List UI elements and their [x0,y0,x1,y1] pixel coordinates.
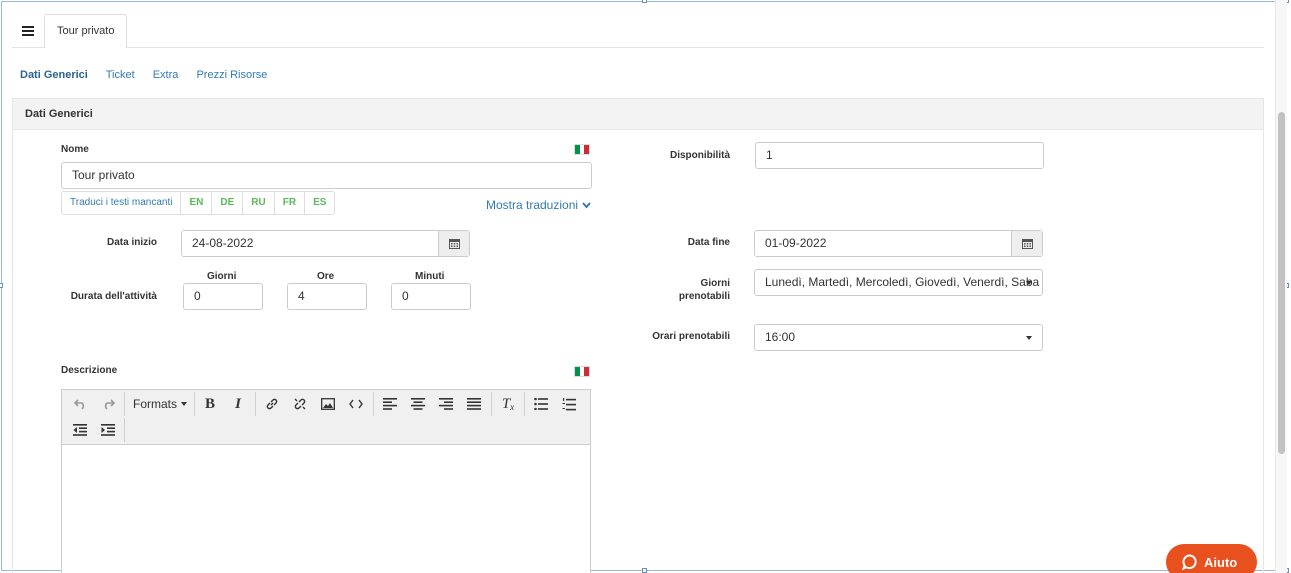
toolbar-separator [194,392,195,416]
resize-handle[interactable] [642,0,647,3]
show-translations-label: Mostra traduzioni [486,198,579,212]
subnav-extra[interactable]: Extra [153,69,179,81]
toolbar-separator [124,392,125,416]
caret-down-icon [1026,336,1032,340]
giorni-prenotabili-label-line2: prenotabili [678,291,730,302]
calendar-icon[interactable] [1011,231,1042,256]
help-label: Aiuto [1204,554,1238,570]
translate-missing-button[interactable]: Traduci i testi mancanti [62,192,182,214]
link-icon[interactable] [258,392,286,416]
panel-title: Dati Generici [12,98,1264,130]
description-editor[interactable]: Formats B I Tx [61,389,591,573]
lang-en-button[interactable]: EN [181,192,213,214]
data-fine-label: Data fine [687,237,730,248]
caret-down-icon [1026,281,1032,285]
toolbar-separator [255,392,256,416]
subnav-prezzi-risorse[interactable]: Prezzi Risorse [196,69,267,81]
orari-prenotabili-select[interactable]: 16:00 [754,324,1043,351]
giorni-prenotabili-label-line1: Giorni [700,278,730,289]
chevron-down-icon [582,201,591,209]
italian-flag-icon [574,366,590,377]
image-icon[interactable] [314,392,342,416]
durata-label: Durata dell'attività [70,291,157,302]
caret-down-icon [181,402,187,406]
tab-tour-privato[interactable]: Tour privato [44,14,128,48]
align-center-icon[interactable] [404,392,432,416]
unlink-icon[interactable] [286,392,314,416]
subnav-ticket[interactable]: Ticket [106,69,135,81]
nome-input[interactable]: Tour privato [61,162,592,189]
giorni-prenotabili-label: Giorni prenotabili [600,277,730,303]
lang-ru-button[interactable]: RU [243,192,275,214]
bullet-list-icon[interactable] [527,392,555,416]
formats-dropdown[interactable]: Formats [128,392,192,416]
orari-prenotabili-value: 16:00 [765,330,796,344]
data-inizio-value: 24-08-2022 [192,236,254,250]
ore-input[interactable]: 4 [287,283,367,310]
page-scrollbar[interactable] [1275,0,1287,573]
outdent-icon[interactable] [66,418,94,442]
align-left-icon[interactable] [376,392,404,416]
data-fine-value: 01-09-2022 [765,236,827,250]
sub-navigation: Dati Generici Ticket Extra Prezzi Risors… [20,69,282,81]
toolbar-separator [524,392,525,416]
bold-icon[interactable]: B [196,392,224,416]
lang-de-button[interactable]: DE [212,192,244,214]
giorni-input[interactable]: 0 [183,283,263,310]
editor-toolbar: Formats B I Tx [62,390,590,445]
resize-handle[interactable] [0,283,3,288]
translation-buttons: Traduci i testi mancanti EN DE RU FR ES [61,191,336,215]
disponibilita-input[interactable]: 1 [755,142,1044,169]
clear-formatting-icon[interactable]: Tx [494,392,522,416]
italian-flag-icon [574,144,590,155]
numbered-list-icon[interactable] [555,392,583,416]
toolbar-separator [373,392,374,416]
giorni-prenotabili-select[interactable]: Lunedì, Martedì, Mercoledì, Giovedì, Ven… [754,269,1043,296]
giorni-prenotabili-value: Lunedì, Martedì, Mercoledì, Giovedì, Ven… [765,275,1040,289]
orari-prenotabili-label: Orari prenotabili [652,331,730,342]
minuti-label: Minuti [415,271,445,282]
chat-bubble-icon [1182,554,1197,570]
help-button[interactable]: Aiuto [1166,544,1257,573]
lang-es-button[interactable]: ES [305,192,334,214]
giorni-label: Giorni [207,271,237,282]
align-justify-icon[interactable] [460,392,488,416]
code-icon[interactable] [342,392,370,416]
italic-icon[interactable]: I [224,392,252,416]
hamburger-icon[interactable] [12,14,44,48]
toolbar-separator [491,392,492,416]
scrollbar-thumb[interactable] [1278,112,1285,454]
data-fine-input[interactable]: 01-09-2022 [754,230,1043,257]
tab-bar: Tour privato [12,14,1264,48]
disponibilita-label: Disponibilità [670,150,730,161]
minuti-input[interactable]: 0 [391,283,471,310]
redo-icon[interactable] [94,392,122,416]
calendar-icon[interactable] [438,231,469,256]
toolbar-separator [124,418,125,442]
nome-label: Nome [61,144,89,155]
descrizione-label: Descrizione [61,365,118,376]
show-translations-link[interactable]: Mostra traduzioni [486,198,591,212]
formats-label: Formats [132,397,177,411]
editor-content-area[interactable] [62,445,590,573]
ore-label: Ore [317,271,335,282]
indent-icon[interactable] [94,418,122,442]
lang-fr-button[interactable]: FR [275,192,306,214]
undo-icon[interactable] [66,392,94,416]
data-inizio-label: Data inizio [106,237,157,248]
align-right-icon[interactable] [432,392,460,416]
subnav-dati-generici[interactable]: Dati Generici [20,69,88,81]
data-inizio-input[interactable]: 24-08-2022 [181,230,470,257]
